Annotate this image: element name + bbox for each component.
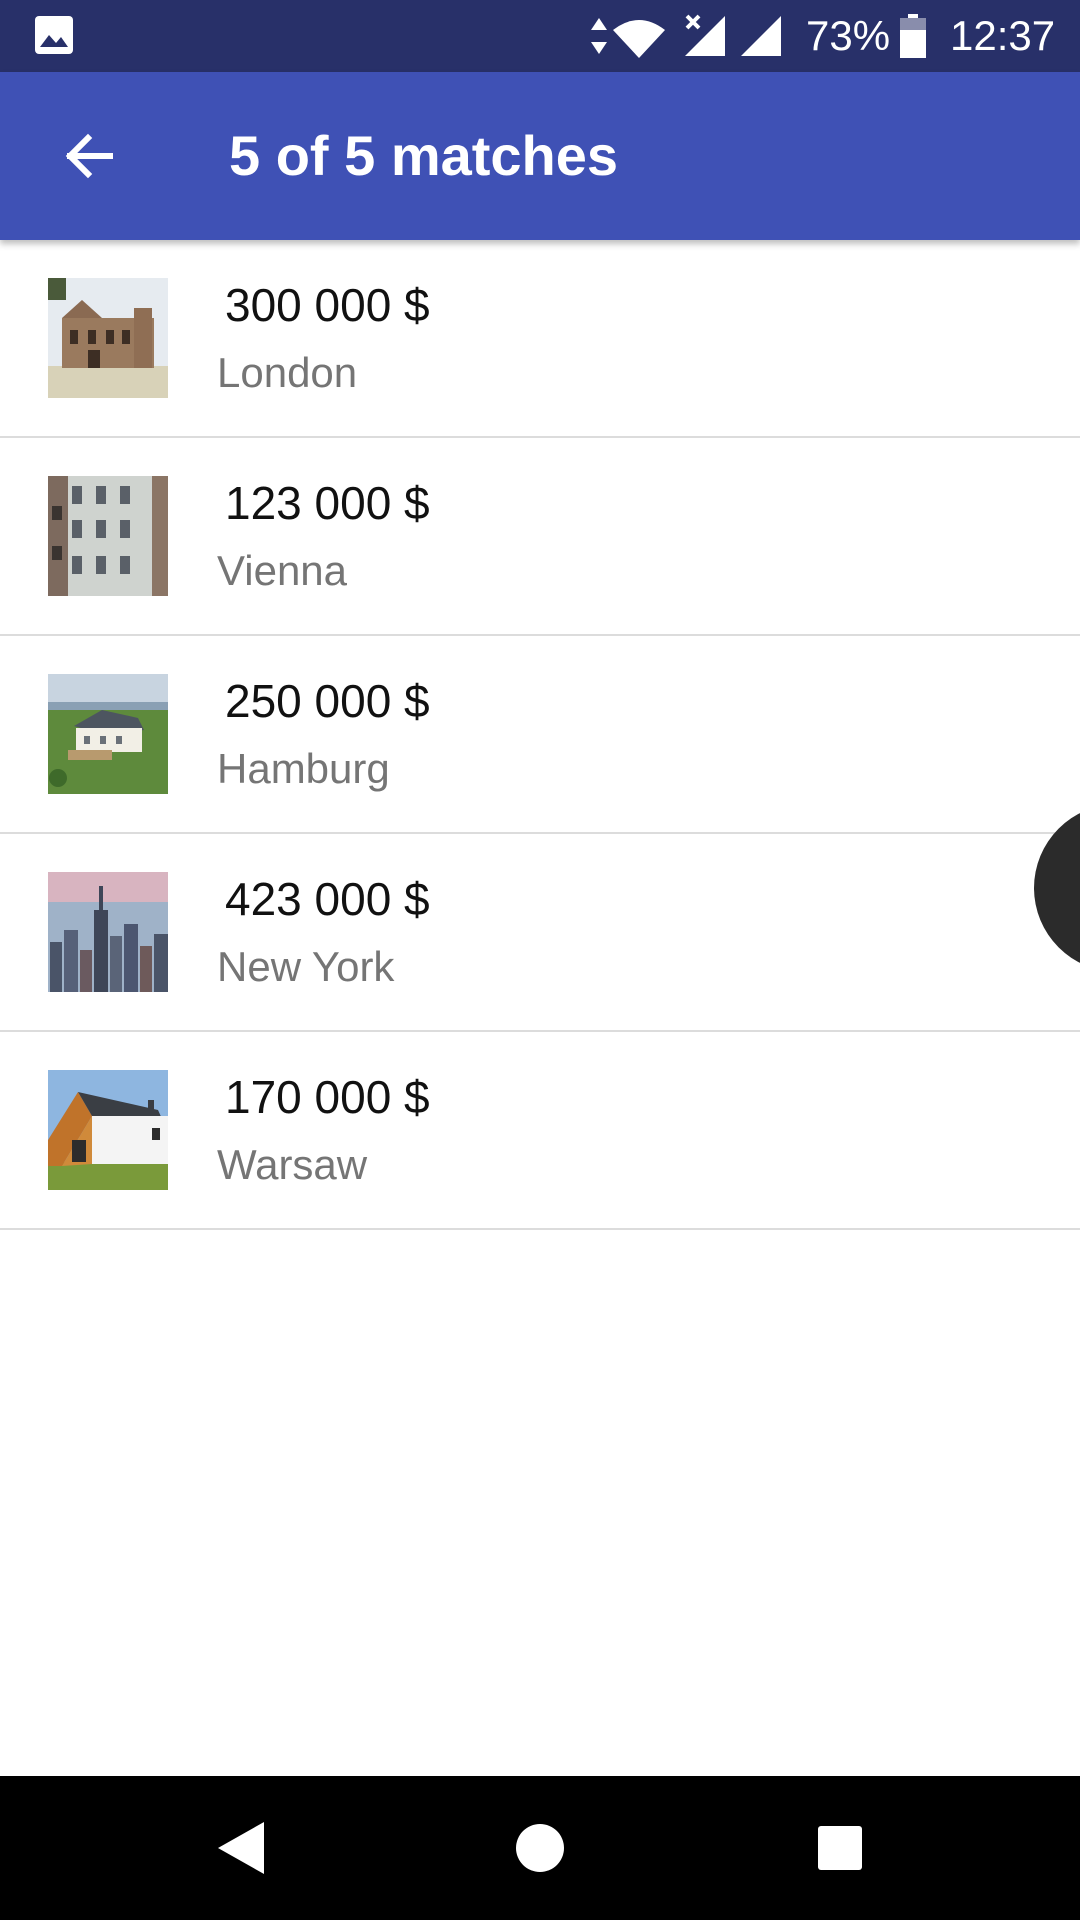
building-facade-photo (48, 476, 168, 596)
listing-city: New York (217, 943, 395, 990)
nav-home-icon[interactable] (504, 1812, 576, 1884)
status-bar: 73% 12:37 (0, 0, 1080, 72)
listing-price: 250 000 $ (225, 675, 430, 727)
gallery-icon (35, 16, 73, 54)
listing-list: 300 000 $ London 123 000 $ Vienna 250 00… (0, 240, 1080, 1230)
modern-house-photo (48, 1070, 168, 1190)
listing-price: 423 000 $ (225, 873, 430, 925)
signal-icon (741, 16, 781, 56)
clock: 12:37 (950, 12, 1056, 59)
mansion-photo (48, 278, 168, 398)
villa-aerial-photo (48, 674, 168, 794)
signal-status-icons (591, 14, 781, 58)
signal-no-service-icon (685, 14, 725, 56)
back-button[interactable] (40, 108, 136, 204)
listing-city: London (217, 349, 358, 396)
listing-price: 300 000 $ (225, 279, 430, 331)
nav-recents-icon[interactable] (804, 1812, 876, 1884)
listing-city: Vienna (217, 547, 348, 594)
battery-percent: 73% (806, 12, 891, 59)
app-bar: 5 of 5 matches (0, 72, 1080, 240)
wifi-icon (613, 20, 665, 58)
arrow-back-icon (65, 133, 113, 179)
listing-city: Hamburg (217, 745, 390, 792)
listing-price: 123 000 $ (225, 477, 430, 529)
listing-item[interactable]: 423 000 $ New York (0, 834, 1080, 1032)
listing-item[interactable]: 250 000 $ Hamburg (0, 636, 1080, 834)
battery-icon (900, 14, 926, 58)
listing-price: 170 000 $ (225, 1071, 430, 1123)
page-title: 5 of 5 matches (229, 124, 619, 187)
listing-item[interactable]: 123 000 $ Vienna (0, 438, 1080, 636)
city-skyline-photo (48, 872, 168, 992)
listing-city: Warsaw (217, 1141, 368, 1188)
navigation-bar (0, 1776, 1080, 1920)
data-arrows-icon (591, 18, 607, 54)
listing-item[interactable]: 170 000 $ Warsaw (0, 1032, 1080, 1230)
listing-item[interactable]: 300 000 $ London (0, 240, 1080, 438)
nav-back-icon[interactable] (204, 1812, 276, 1884)
